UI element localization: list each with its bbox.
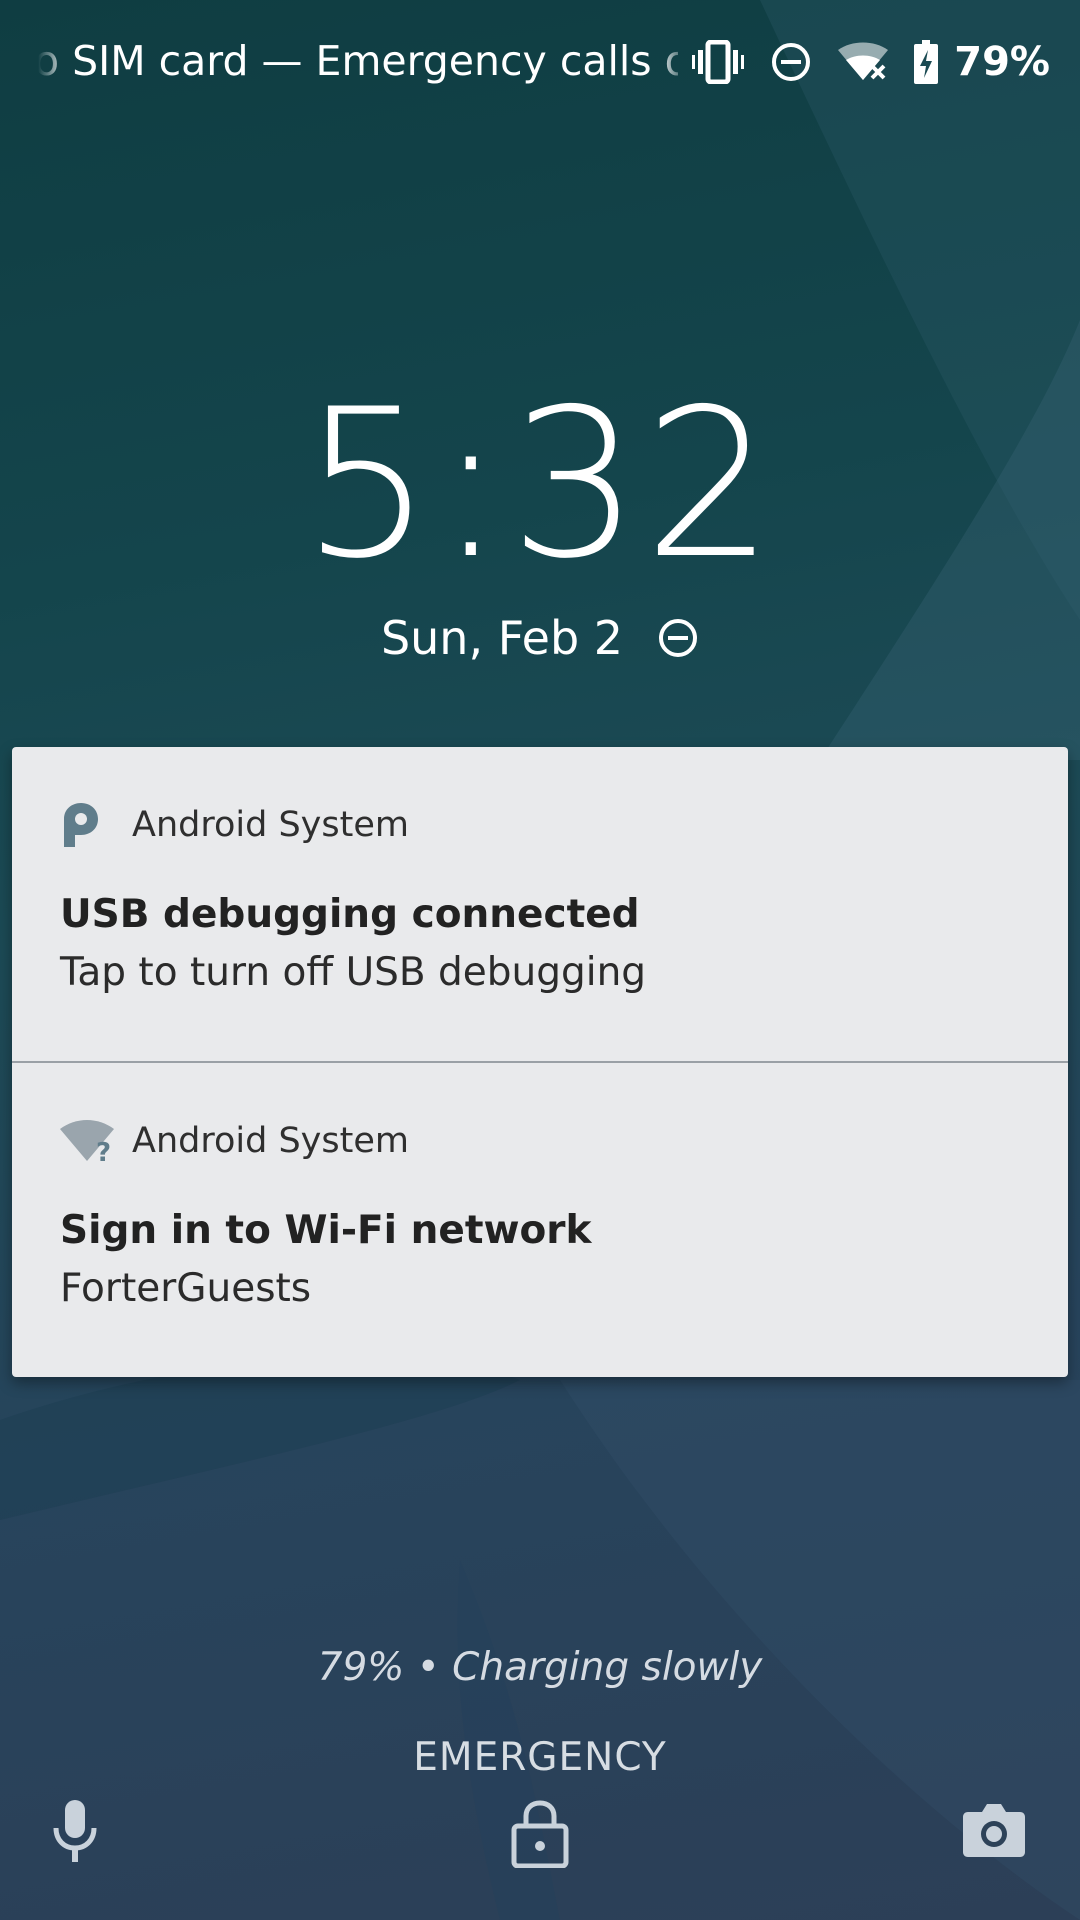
battery-percent: 79% <box>954 39 1050 85</box>
charging-status: 79% • Charging slowly <box>317 1645 763 1690</box>
lock-icon[interactable] <box>510 1800 570 1868</box>
status-bar: o SIM card — Emergency calls only 79% <box>0 0 1080 120</box>
notification-wifi-sign-in[interactable]: ? Android System Sign in to Wi-Fi networ… <box>12 1061 1068 1375</box>
vibrate-icon <box>692 40 745 84</box>
notification-app-name: Android System <box>132 1121 409 1161</box>
notification-app-name: Android System <box>132 805 409 845</box>
notification-title: USB debugging connected <box>60 892 640 937</box>
camera-icon[interactable] <box>962 1800 1026 1858</box>
lockscreen-clock: 5:32 <box>301 366 779 604</box>
svg-text:?: ? <box>96 1138 111 1163</box>
notification-title: Sign in to Wi-Fi network <box>60 1208 592 1253</box>
carrier-label: o SIM card — Emergency calls only <box>38 37 678 85</box>
notification-text: ForterGuests <box>60 1266 312 1311</box>
emergency-button[interactable]: EMERGENCY <box>390 1732 690 1784</box>
wifi-question-icon: ? <box>60 1120 114 1163</box>
do-not-disturb-icon <box>772 43 811 81</box>
lockscreen-date: Sun, Feb 2 <box>380 611 624 665</box>
microphone-icon[interactable] <box>52 1800 98 1864</box>
android-p-icon <box>64 803 98 847</box>
do-not-disturb-icon <box>659 619 698 657</box>
notification-list: Android System USB debugging connected T… <box>12 747 1068 1377</box>
date-row: Sun, Feb 2 <box>0 610 1080 666</box>
status-icons: 79% <box>666 36 1050 88</box>
notification-usb-debugging[interactable]: Android System USB debugging connected T… <box>12 747 1068 1061</box>
notification-text: Tap to turn off USB debugging <box>60 950 647 995</box>
wifi-off-icon <box>838 42 889 80</box>
battery-charging-icon <box>914 40 939 84</box>
carrier-status-text: o SIM card — Emergency calls only <box>38 34 678 88</box>
